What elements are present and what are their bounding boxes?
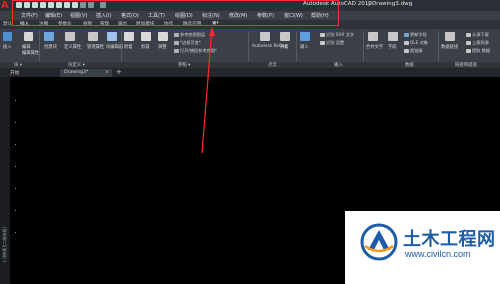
close-tab-icon[interactable]: ×	[105, 70, 109, 75]
manage-attr-label: 管理属性	[87, 45, 105, 50]
clip-label: 剪裁	[141, 45, 150, 50]
recognize-settings-label: 识别 设置	[326, 40, 345, 45]
recognize-shx-button[interactable]: 识别 SHX 文字	[320, 32, 354, 38]
watermark: 土木工程网 www.civilcn.com	[345, 211, 500, 284]
autocad-logo[interactable]: A	[1, 0, 10, 11]
import-label: 输入	[300, 45, 309, 50]
combine-text-icon	[368, 32, 378, 41]
create-block-icon	[44, 32, 54, 41]
extract-data-button[interactable]: 提取 数据	[466, 48, 490, 54]
snap-underlay-dropdown[interactable]: 打开/捕捉参考底图*	[174, 48, 217, 54]
watermark-url: www.civilcn.com	[405, 249, 471, 259]
snap-underlay-label: 打开/捕捉参考底图*	[180, 48, 218, 53]
grid-dot	[15, 232, 16, 233]
ole-label: OLE 对象	[410, 40, 428, 45]
underlay-layers-label: 参考底图图层	[180, 32, 206, 37]
ribbon-panel: 插入 编辑 编辑属性 创建块 定义属性 管理属性 块编辑器 附着 剪裁 调整 参…	[0, 29, 500, 62]
grid-dot	[15, 166, 16, 167]
upload-to-source-button[interactable]: 上载到源	[466, 40, 489, 46]
upload-icon	[466, 41, 471, 45]
frame-icon	[174, 41, 179, 45]
viewport-controls[interactable]: [-][俯视][二维线框]	[2, 227, 8, 262]
hyperlink-button[interactable]: 超链接	[404, 48, 423, 54]
update-fields-button[interactable]: 更新字段	[404, 32, 427, 38]
field-label: 字段	[388, 45, 397, 50]
grid-dot	[15, 210, 16, 211]
tab-drawing3[interactable]: Drawing3* ×	[60, 69, 112, 77]
download-label: 从源下载	[472, 32, 489, 37]
clip-icon	[141, 32, 151, 41]
civilcn-logo-icon	[360, 223, 398, 261]
settings-icon	[320, 41, 325, 45]
upload-label: 上载到源	[472, 40, 489, 45]
shx-icon	[320, 33, 325, 37]
download-icon	[466, 33, 471, 37]
file-name: Drawing3.dwg	[372, 1, 413, 7]
pointcloud-icon	[280, 32, 290, 41]
drawing-tab-label: Drawing3*	[64, 70, 89, 75]
grid-dot	[15, 144, 16, 145]
data-link-label: 数据链接	[441, 45, 459, 50]
shx-label: 识别 SHX 文字	[326, 32, 355, 37]
insert-block-icon	[3, 32, 12, 41]
frames-vary-label: *边框可变*	[180, 40, 201, 45]
edit-attribute-icon	[24, 32, 33, 41]
title-separator: |	[368, 1, 370, 7]
import-icon	[300, 32, 310, 41]
manage-attributes-icon	[88, 32, 98, 41]
hyperlink-label: 超链接	[410, 48, 423, 53]
grid-dot	[15, 122, 16, 123]
watermark-title: 土木工程网	[403, 229, 496, 249]
grid-dot	[15, 100, 16, 101]
layers-icon	[174, 33, 179, 37]
tab-start[interactable]: 开始	[6, 69, 23, 77]
annotation-highlight-box	[12, 0, 339, 26]
extract-icon	[466, 49, 471, 53]
define-attribute-icon	[65, 32, 75, 41]
field-icon	[388, 32, 398, 41]
recognize-settings-button[interactable]: 识别 设置	[320, 40, 344, 46]
define-attr-label: 定义属性	[64, 45, 82, 50]
create-block-label: 创建块	[44, 45, 57, 50]
frames-vary-dropdown[interactable]: *边框可变*	[174, 40, 201, 46]
update-fields-icon	[404, 33, 409, 37]
attach-label: 附着	[124, 45, 133, 50]
grid-dot	[15, 188, 16, 189]
download-from-source-button[interactable]: 从源下载	[466, 32, 489, 38]
hyperlink-icon	[404, 49, 409, 53]
document-tab-bar: 开始 Drawing3* × +	[0, 68, 500, 77]
update-fields-label: 更新字段	[410, 32, 427, 37]
adjust-label: 调整	[158, 45, 167, 50]
tab-default[interactable]: 默认	[3, 21, 12, 27]
ole-object-button[interactable]: OLE 对象	[404, 40, 428, 46]
combine-text-label: 合并文字	[366, 45, 384, 50]
adjust-icon	[158, 32, 168, 41]
recap-icon	[260, 32, 270, 41]
new-tab-button[interactable]: +	[116, 68, 122, 76]
insert-block-label: 插入	[3, 45, 12, 50]
attach-icon	[124, 32, 134, 41]
edit-attr-label: 编辑属性	[22, 51, 40, 56]
pointcloud-attach-label: 附着	[280, 45, 289, 50]
ole-icon	[404, 41, 409, 45]
extract-label: 提取 数据	[472, 48, 491, 53]
underlay-layers-button[interactable]: 参考底图图层	[174, 32, 205, 38]
block-editor-icon	[107, 32, 117, 41]
data-link-icon	[445, 32, 455, 41]
snap-icon	[174, 49, 179, 53]
